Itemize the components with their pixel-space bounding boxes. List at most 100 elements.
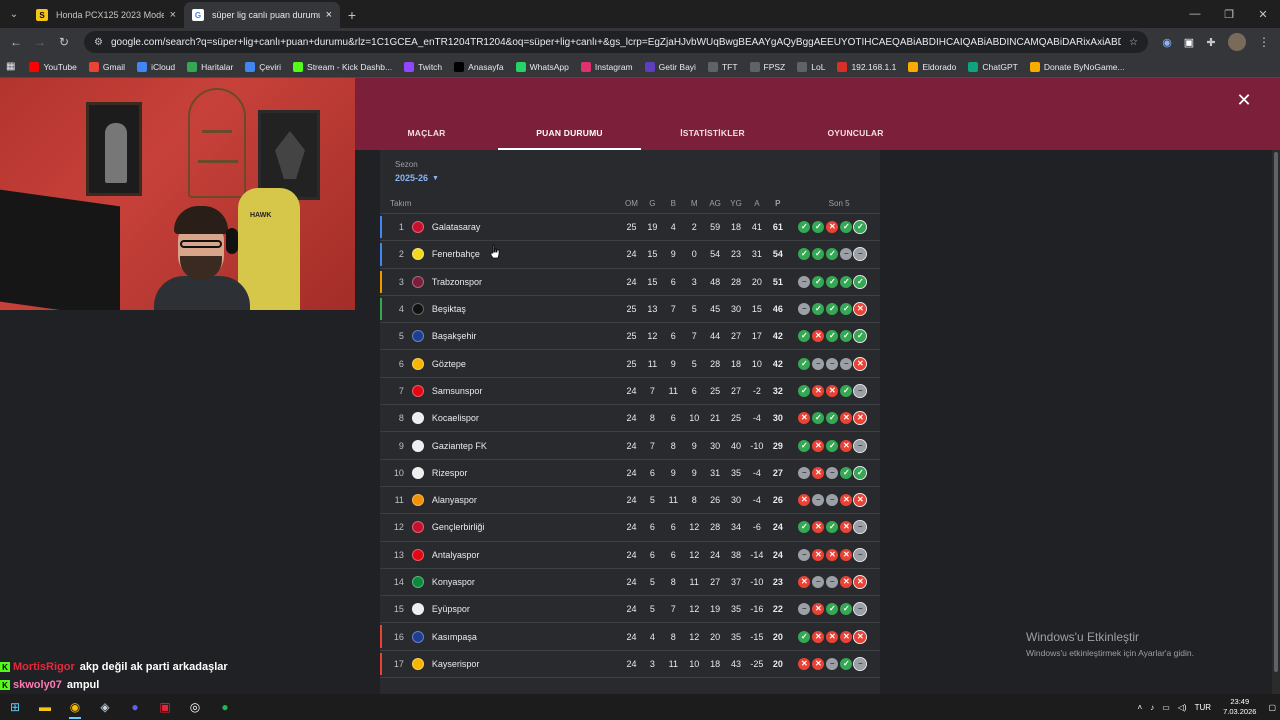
win-check-icon[interactable]: ✓ <box>812 275 825 288</box>
obs-icon[interactable]: ◎ <box>180 694 210 720</box>
draw-dash-icon[interactable]: – <box>826 657 839 670</box>
table-row[interactable]: 1 Galatasaray 25 19 4 2 59 18 41 61 ✓ ✓ ✕ ✓ ✓ <box>380 214 880 242</box>
win-check-icon[interactable]: ✓ <box>798 248 811 261</box>
bookmark-item[interactable]: 192.168.1.1 <box>837 61 896 72</box>
bookmark-star-icon[interactable]: ☆ <box>1129 37 1138 48</box>
draw-dash-icon[interactable]: – <box>853 547 868 562</box>
team-name[interactable]: Kocaelispor <box>432 413 621 423</box>
bookmark-item[interactable]: Donate ByNoGame... <box>1029 61 1125 72</box>
loss-x-icon[interactable]: ✕ <box>853 356 868 371</box>
bookmark-item[interactable]: Haritalar <box>187 61 233 72</box>
bookmark-item[interactable]: TFT <box>707 61 738 72</box>
win-check-icon[interactable]: ✓ <box>840 275 853 288</box>
loss-x-icon[interactable]: ✕ <box>812 384 825 397</box>
team-name[interactable]: Galatasaray <box>432 222 621 232</box>
bookmark-item[interactable]: Stream - Kick Dashb... <box>293 61 392 72</box>
table-row[interactable]: 14 Konyaspor 24 5 8 11 27 37 -10 23 ✕ – – ✕ ✕ <box>380 569 880 597</box>
loss-x-icon[interactable]: ✕ <box>840 521 853 534</box>
team-name[interactable]: Eyüpspor <box>432 604 621 614</box>
loss-x-icon[interactable]: ✕ <box>853 629 868 644</box>
win-check-icon[interactable]: ✓ <box>840 303 853 316</box>
bookmark-item[interactable]: FPSZ <box>749 61 785 72</box>
table-row[interactable]: 6 Göztepe 25 11 9 5 28 18 10 42 ✓ – – – ✕ <box>380 350 880 378</box>
loss-x-icon[interactable]: ✕ <box>812 630 825 643</box>
win-check-icon[interactable]: ✓ <box>853 465 868 480</box>
team-name[interactable]: Beşiktaş <box>432 304 621 314</box>
language-indicator[interactable]: TUR <box>1195 703 1211 712</box>
draw-dash-icon[interactable]: – <box>798 603 811 616</box>
win-check-icon[interactable]: ✓ <box>826 521 839 534</box>
win-check-icon[interactable]: ✓ <box>853 329 868 344</box>
bookmark-item[interactable]: Gmail <box>88 61 125 72</box>
clock[interactable]: 23:49 7.03.2026 <box>1223 697 1256 717</box>
team-name[interactable]: Kasımpaşa <box>432 632 621 642</box>
table-row[interactable]: 13 Antalyaspor 24 6 6 12 24 38 -14 24– ✕ ✕ ✕ – <box>380 542 880 569</box>
win-check-icon[interactable]: ✓ <box>798 330 811 343</box>
win-check-icon[interactable]: ✓ <box>853 274 868 289</box>
spotify-icon[interactable]: ● <box>210 694 240 720</box>
microphone-icon[interactable]: ♪ <box>1150 703 1154 712</box>
draw-dash-icon[interactable]: – <box>798 548 811 561</box>
tab-puan-durumu[interactable]: PUAN DURUMU <box>498 122 641 150</box>
tab-close-icon[interactable]: × <box>170 9 176 21</box>
draw-dash-icon[interactable]: – <box>812 576 825 588</box>
win-check-icon[interactable]: ✓ <box>812 412 825 425</box>
team-name[interactable]: Samsunspor <box>432 386 621 396</box>
win-check-icon[interactable]: ✓ <box>840 221 853 234</box>
draw-dash-icon[interactable]: – <box>826 576 839 588</box>
page-scrollbar[interactable] <box>1272 150 1280 694</box>
tab-istatistikler[interactable]: İSTATİSTİKLER <box>641 122 784 150</box>
loss-x-icon[interactable]: ✕ <box>826 630 839 643</box>
win-check-icon[interactable]: ✓ <box>798 221 811 234</box>
loss-x-icon[interactable]: ✕ <box>840 630 853 643</box>
table-row[interactable]: 7 Samsunspor 24 7 11 6 25 27 -2 32 ✓ ✕ ✕ ✓ – <box>380 378 880 406</box>
win-check-icon[interactable]: ✓ <box>826 275 839 288</box>
win-check-icon[interactable]: ✓ <box>826 330 839 343</box>
browser-tab-search[interactable]: G süper lig canlı puan durumu - G × <box>184 2 340 28</box>
table-row[interactable]: 5 Başakşehir 25 12 6 7 44 27 17 42 ✓ ✕ ✓ ✓ ✓ <box>380 323 880 351</box>
extension-icon[interactable]: ◉ <box>1156 31 1178 53</box>
draw-dash-icon[interactable]: – <box>853 247 868 262</box>
table-row[interactable]: 3 Trabzonspor 24 15 6 3 48 28 20 51– ✓ ✓ ✓ ✓ <box>380 269 880 296</box>
tray-chevron-up-icon[interactable]: ˄ <box>1138 703 1143 712</box>
team-name[interactable]: Göztepe <box>432 359 621 369</box>
draw-dash-icon[interactable]: – <box>826 357 839 370</box>
address-bar[interactable]: ⚙ google.com/search?q=süper+lig+canlı+pu… <box>84 31 1148 53</box>
win-check-icon[interactable]: ✓ <box>826 603 839 616</box>
table-row[interactable]: 16 Kasımpaşa 24 4 8 12 20 35 -15 20 ✓ ✕ ✕ ✕ ✕ <box>380 623 880 651</box>
loss-x-icon[interactable]: ✕ <box>840 412 853 425</box>
site-info-icon[interactable]: ⚙ <box>94 37 103 48</box>
draw-dash-icon[interactable]: – <box>826 494 839 507</box>
team-name[interactable]: Konyaspor <box>432 577 621 587</box>
reload-icon[interactable]: ↻ <box>52 30 76 54</box>
win-check-icon[interactable]: ✓ <box>798 357 811 370</box>
draw-dash-icon[interactable]: – <box>853 438 868 453</box>
file-explorer-icon[interactable]: ▬ <box>30 694 60 720</box>
extensions-puzzle-icon[interactable]: ✚ <box>1200 31 1222 53</box>
forward-icon[interactable]: → <box>28 30 52 54</box>
win-check-icon[interactable]: ✓ <box>812 221 825 234</box>
win-check-icon[interactable]: ✓ <box>826 412 839 425</box>
bookmark-item[interactable]: iCloud <box>137 61 175 72</box>
bookmark-item[interactable]: Getir Bayi <box>644 61 696 72</box>
loss-x-icon[interactable]: ✕ <box>798 494 811 507</box>
loss-x-icon[interactable]: ✕ <box>812 548 825 561</box>
table-row[interactable]: 12 Gençlerbirliği 24 6 6 12 28 34 -6 24 ✓ ✕ ✓ ✕ – <box>380 514 880 542</box>
loss-x-icon[interactable]: ✕ <box>853 302 868 317</box>
notification-icon[interactable]: ▢ <box>1268 703 1276 712</box>
draw-dash-icon[interactable]: – <box>798 303 811 316</box>
loss-x-icon[interactable]: ✕ <box>798 412 811 425</box>
loss-x-icon[interactable]: ✕ <box>853 411 868 426</box>
win-check-icon[interactable]: ✓ <box>798 630 811 643</box>
restore-icon[interactable]: ❐ <box>1212 0 1246 28</box>
loss-x-icon[interactable]: ✕ <box>826 548 839 561</box>
draw-dash-icon[interactable]: – <box>853 383 868 398</box>
season-selector[interactable]: Sezon 2025-26 ▼ <box>395 160 439 183</box>
team-name[interactable]: Kayserispor <box>432 659 621 669</box>
table-row[interactable]: 8 Kocaelispor 24 8 6 10 21 25 -4 30 ✕ ✓ ✓ ✕ ✕ <box>380 405 880 433</box>
loss-x-icon[interactable]: ✕ <box>840 494 853 507</box>
loss-x-icon[interactable]: ✕ <box>798 576 811 588</box>
team-name[interactable]: Alanyaspor <box>432 495 621 505</box>
app-icon[interactable]: ▣ <box>150 694 180 720</box>
table-row[interactable]: 17 Kayserispor 24 3 11 10 18 43 -25 20 ✕ ✕ – ✓ – <box>380 651 880 679</box>
